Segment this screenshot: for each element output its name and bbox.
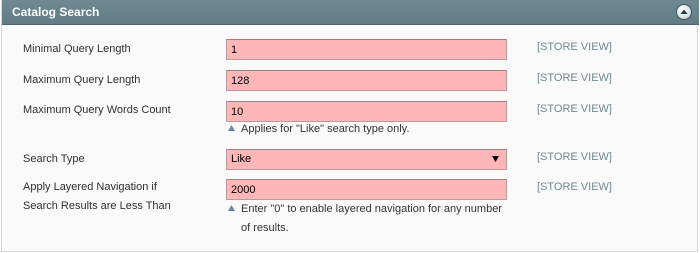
layered-nav-label-line1: Apply Layered Navigation if [23, 181, 157, 193]
search-type-scope: [STORE VIEW] [537, 151, 612, 163]
triangle-down-icon [492, 156, 499, 162]
panel-header[interactable]: Catalog Search [2, 0, 699, 25]
max-query-length-scope: [STORE VIEW] [537, 72, 612, 84]
max-query-words-scope: [STORE VIEW] [537, 103, 612, 115]
min-query-length-input[interactable] [226, 39, 507, 60]
layered-nav-note-line2: of results. [241, 222, 289, 234]
layered-nav-note-line1: Enter "0" to enable layered navigation f… [241, 203, 502, 215]
layered-nav-scope: [STORE VIEW] [537, 181, 612, 193]
chevron-up-icon [680, 9, 688, 14]
collapse-button[interactable] [676, 4, 692, 20]
max-query-length-input[interactable] [226, 70, 507, 91]
triangle-up-icon [228, 205, 235, 211]
max-query-words-input[interactable] [226, 101, 507, 122]
search-type-selected-value: Like [231, 153, 252, 165]
search-type-label: Search Type [23, 153, 85, 165]
search-type-select[interactable]: Like [226, 149, 507, 170]
min-query-length-label: Minimal Query Length [23, 43, 131, 55]
max-query-words-label: Maximum Query Words Count [23, 104, 171, 116]
layered-nav-note: Enter "0" to enable layered navigation f… [228, 200, 518, 238]
catalog-search-panel: Catalog Search Minimal Query Length [STO… [1, 0, 699, 252]
triangle-up-icon [228, 125, 235, 131]
max-query-words-note: Applies for "Like" search type only. [228, 120, 518, 139]
layered-nav-label-line2: Search Results are Less Than [23, 200, 171, 212]
max-query-length-label: Maximum Query Length [23, 74, 141, 86]
panel-title: Catalog Search [12, 5, 100, 19]
min-query-length-scope: [STORE VIEW] [537, 41, 612, 53]
max-query-words-note-text: Applies for "Like" search type only. [241, 123, 410, 135]
layered-nav-threshold-input[interactable] [226, 179, 507, 200]
